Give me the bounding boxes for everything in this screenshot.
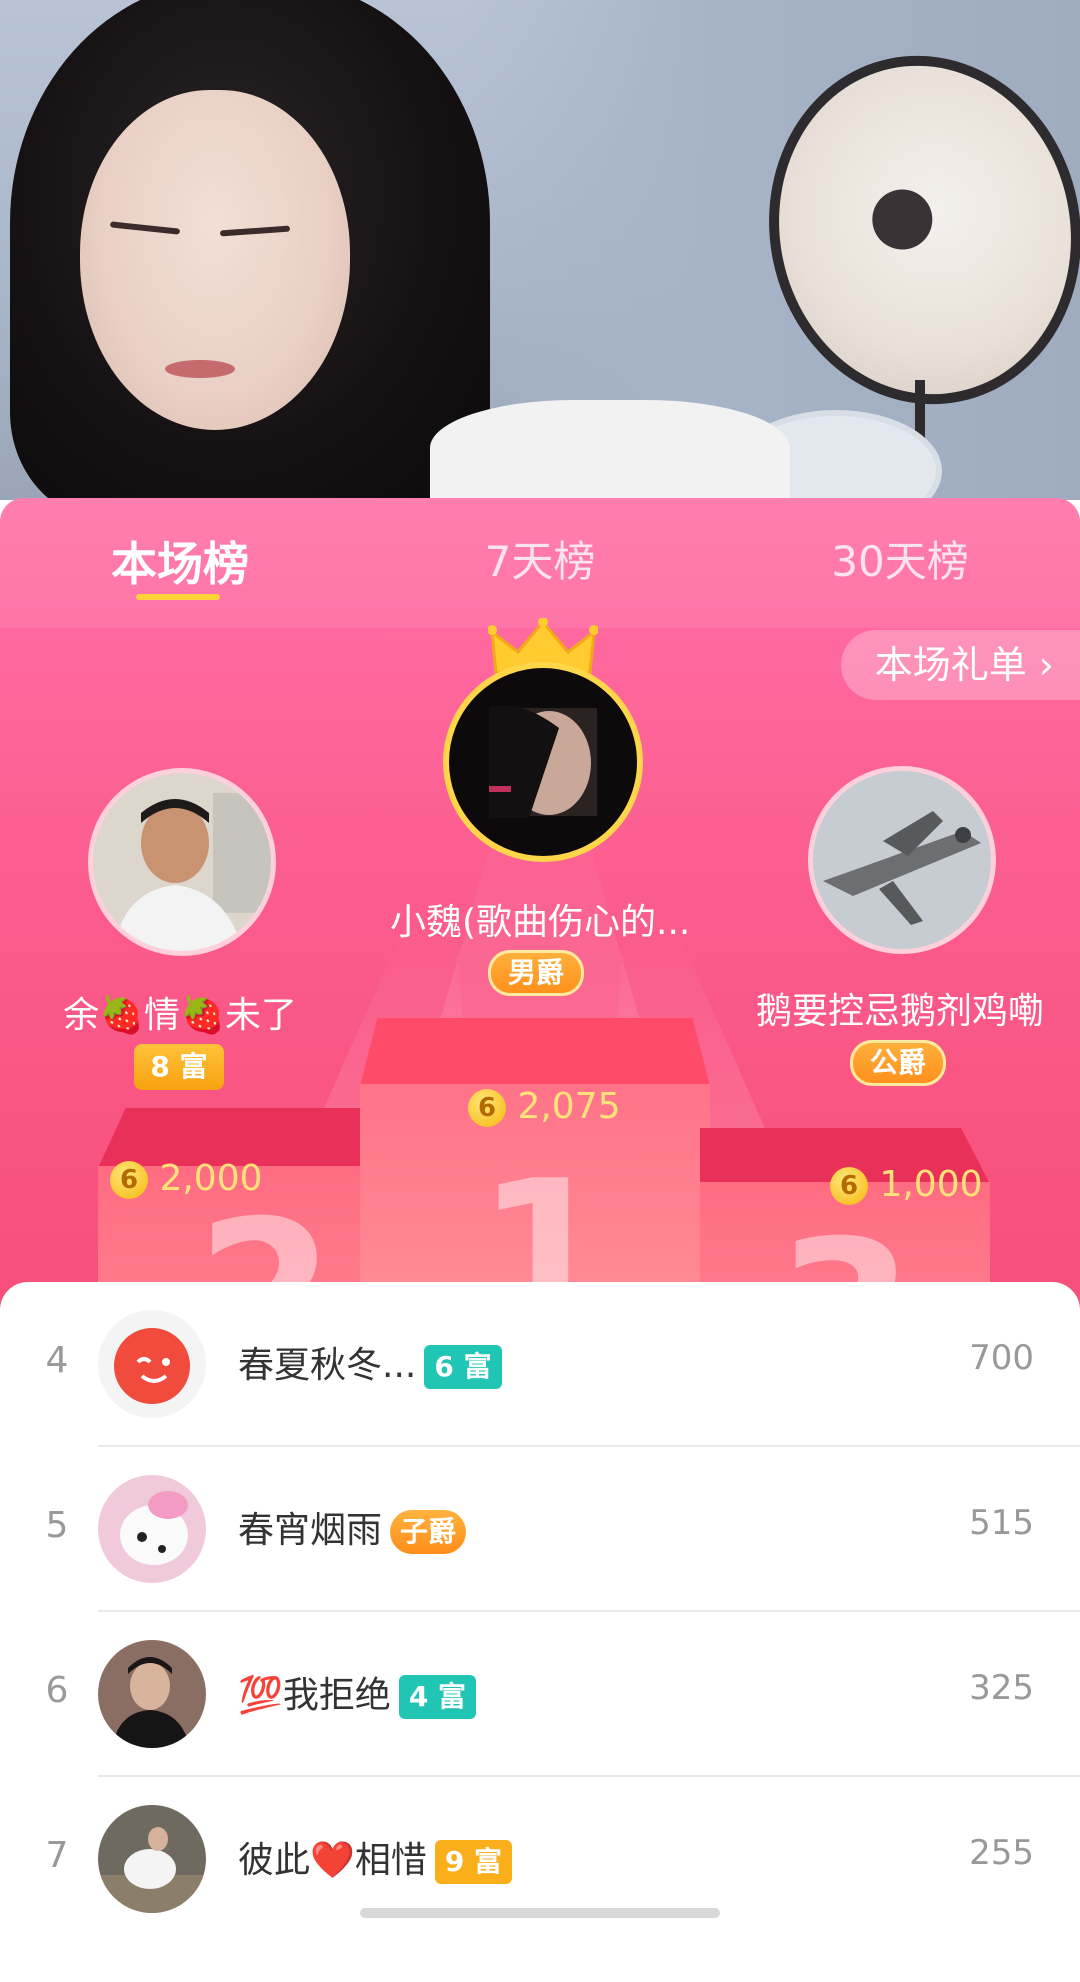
rank2-wealth-badge: 8 富 — [134, 1044, 224, 1090]
rank2-score-value: 2,000 — [159, 1158, 263, 1199]
rank1-score: 6 2,075 — [468, 1086, 621, 1127]
home-indicator[interactable] — [360, 1908, 720, 1918]
live-video[interactable] — [0, 0, 1080, 500]
rank3-avatar[interactable] — [808, 766, 996, 954]
wealth-badge: 9 富 — [434, 1840, 513, 1884]
tab-7-days[interactable]: 7天榜 — [440, 528, 640, 588]
coin-icon: 6 — [468, 1089, 506, 1127]
rank3-score-value: 1,000 — [879, 1164, 983, 1205]
list-avatar[interactable] — [98, 1475, 206, 1583]
rank3-score: 6 1,000 — [830, 1164, 983, 1205]
rank3-noble-badge: 公爵 — [850, 1040, 946, 1086]
list-rank: 6 — [45, 1670, 69, 1711]
streamer-shirt — [430, 400, 790, 500]
list-item[interactable]: 4 春夏秋冬... 6 富 700 — [0, 1282, 1080, 1447]
rank3-name: 鹅要控忌鹅剂鸡嘞 — [755, 991, 1044, 1032]
list-score: 255 — [969, 1833, 1034, 1873]
list-rank: 4 — [45, 1340, 69, 1381]
tab-this-session[interactable]: 本场榜 — [90, 528, 270, 591]
rank2-name: 余🍓情🍓未了 — [63, 995, 297, 1036]
wealth-badge: 6 富 — [424, 1345, 502, 1389]
ranking-list: 4 春夏秋冬... 6 富 700 5 春宵烟雨 子爵 515 6 💯我拒绝 4 富 … — [0, 1282, 1080, 1982]
list-username: 彼此❤️相惜 9 富 — [238, 1831, 513, 1884]
list-username: 💯我拒绝 4 富 — [238, 1666, 477, 1719]
streamer-lips — [165, 360, 235, 378]
leaderboard-tabs: 本场榜 7天榜 30天榜 — [0, 498, 1080, 628]
list-item[interactable]: 6 💯我拒绝 4 富 325 — [0, 1612, 1080, 1777]
list-avatar[interactable] — [98, 1640, 206, 1748]
list-avatar[interactable] — [98, 1310, 206, 1418]
gift-list-button[interactable]: 本场礼单 › — [840, 630, 1080, 700]
list-username: 春夏秋冬... 6 富 — [238, 1336, 502, 1389]
wealth-badge: 4 富 — [398, 1675, 477, 1719]
list-rank: 7 — [45, 1835, 69, 1876]
list-score: 700 — [969, 1338, 1034, 1378]
active-tab-indicator — [136, 594, 220, 600]
rank1-noble-badge: 男爵 — [488, 950, 584, 996]
rank1-avatar[interactable] — [443, 662, 643, 862]
list-score: 515 — [969, 1503, 1034, 1543]
rank2-avatar[interactable] — [88, 768, 276, 956]
rank1-name: 小魏(歌曲伤心的... — [390, 902, 691, 943]
list-avatar[interactable] — [98, 1805, 206, 1913]
rank1-score-value: 2,075 — [517, 1086, 621, 1127]
list-item[interactable]: 5 春宵烟雨 子爵 515 — [0, 1447, 1080, 1612]
tab-30-days[interactable]: 30天榜 — [800, 528, 1000, 588]
list-score: 325 — [969, 1668, 1034, 1708]
streamer-face — [80, 90, 350, 430]
list-username: 春宵烟雨 子爵 — [238, 1501, 467, 1554]
noble-badge: 子爵 — [390, 1510, 467, 1554]
coin-icon: 6 — [110, 1161, 148, 1199]
coin-icon: 6 — [830, 1167, 868, 1205]
rank2-score: 6 2,000 — [110, 1158, 263, 1199]
list-rank: 5 — [45, 1505, 69, 1546]
